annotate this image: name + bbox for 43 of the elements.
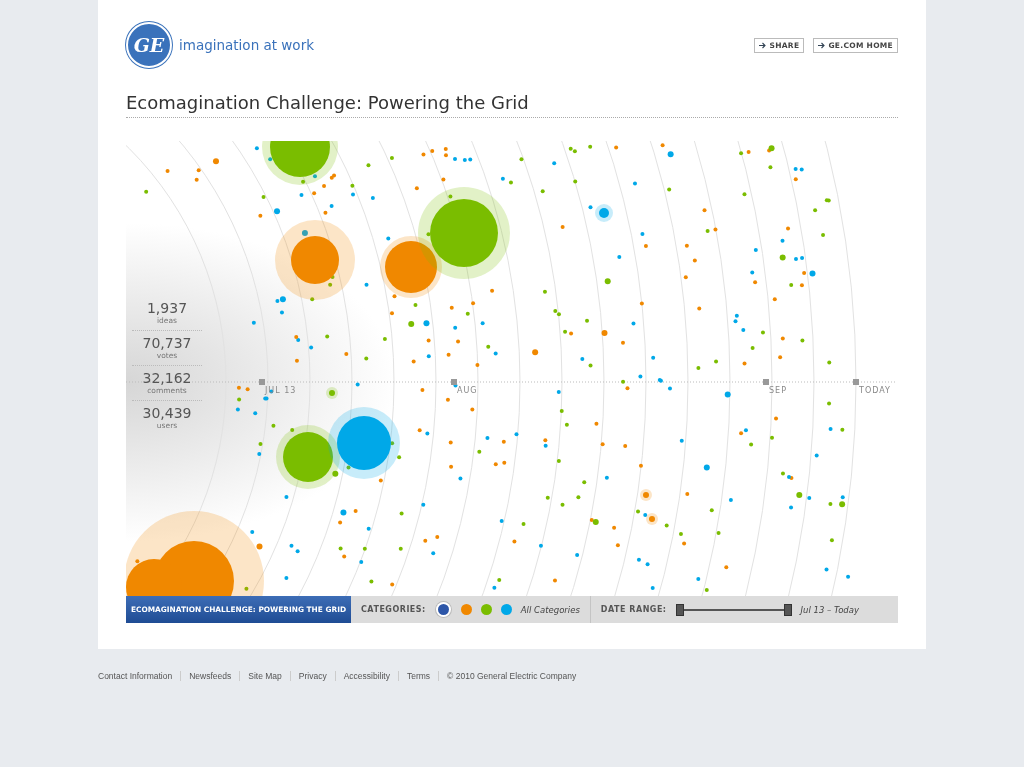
stat-value: 70,737 xyxy=(142,335,192,351)
idea-bubble[interactable] xyxy=(418,187,510,279)
idea-bubble[interactable] xyxy=(640,489,652,501)
timeline-label: JUL 13 xyxy=(265,386,297,395)
category-dot[interactable] xyxy=(460,604,472,615)
timeline-marker xyxy=(451,379,457,385)
date-range-label: DATE RANGE: xyxy=(600,605,667,614)
date-range-value: Jul 13 – Today xyxy=(800,604,859,615)
ge-logo[interactable]: GE xyxy=(126,22,172,68)
tagline: imagination at work xyxy=(179,37,314,53)
date-range-slider[interactable] xyxy=(675,603,792,616)
idea-bubble[interactable] xyxy=(328,407,400,479)
footer-link[interactable]: Accessibility xyxy=(335,671,399,681)
stat-value: 1,937 xyxy=(146,300,188,316)
footer-link[interactable]: Newsfeeds xyxy=(181,671,241,681)
idea-bubble[interactable] xyxy=(276,425,340,489)
timeline-marker xyxy=(259,379,265,385)
categories-label: CATEGORIES: xyxy=(361,605,426,614)
arrow-icon xyxy=(818,42,826,49)
footer-link[interactable]: Terms xyxy=(398,671,440,681)
category-dot[interactable] xyxy=(480,604,492,615)
category-dot[interactable] xyxy=(500,604,512,615)
timeline-marker xyxy=(763,379,769,385)
idea-bubble[interactable] xyxy=(326,387,338,399)
all-categories-link[interactable]: All Categories xyxy=(520,604,580,615)
idea-bubble[interactable] xyxy=(380,236,442,298)
footer-link[interactable]: Site Map xyxy=(240,671,291,681)
category-dot[interactable] xyxy=(437,604,449,615)
copyright: © 2010 General Electric Company xyxy=(446,671,577,681)
timeline-marker xyxy=(853,379,859,385)
idea-bubble[interactable] xyxy=(275,220,355,300)
stat-value: 32,162 xyxy=(142,370,192,386)
stat-value: 30,439 xyxy=(142,405,192,421)
idea-bubble[interactable] xyxy=(262,141,338,185)
timeline-label: AUG xyxy=(457,386,478,395)
idea-bubble[interactable] xyxy=(595,204,613,222)
timeline-label: SEP xyxy=(769,386,787,395)
footer-link[interactable]: Privacy xyxy=(290,671,336,681)
timeline-label: TODAY xyxy=(859,386,891,395)
arrow-icon xyxy=(759,42,767,49)
page-title: Ecomagination Challenge: Powering the Grid xyxy=(126,92,898,118)
idea-bubble[interactable] xyxy=(646,513,658,525)
footer-link[interactable]: Contact Information xyxy=(98,671,182,681)
